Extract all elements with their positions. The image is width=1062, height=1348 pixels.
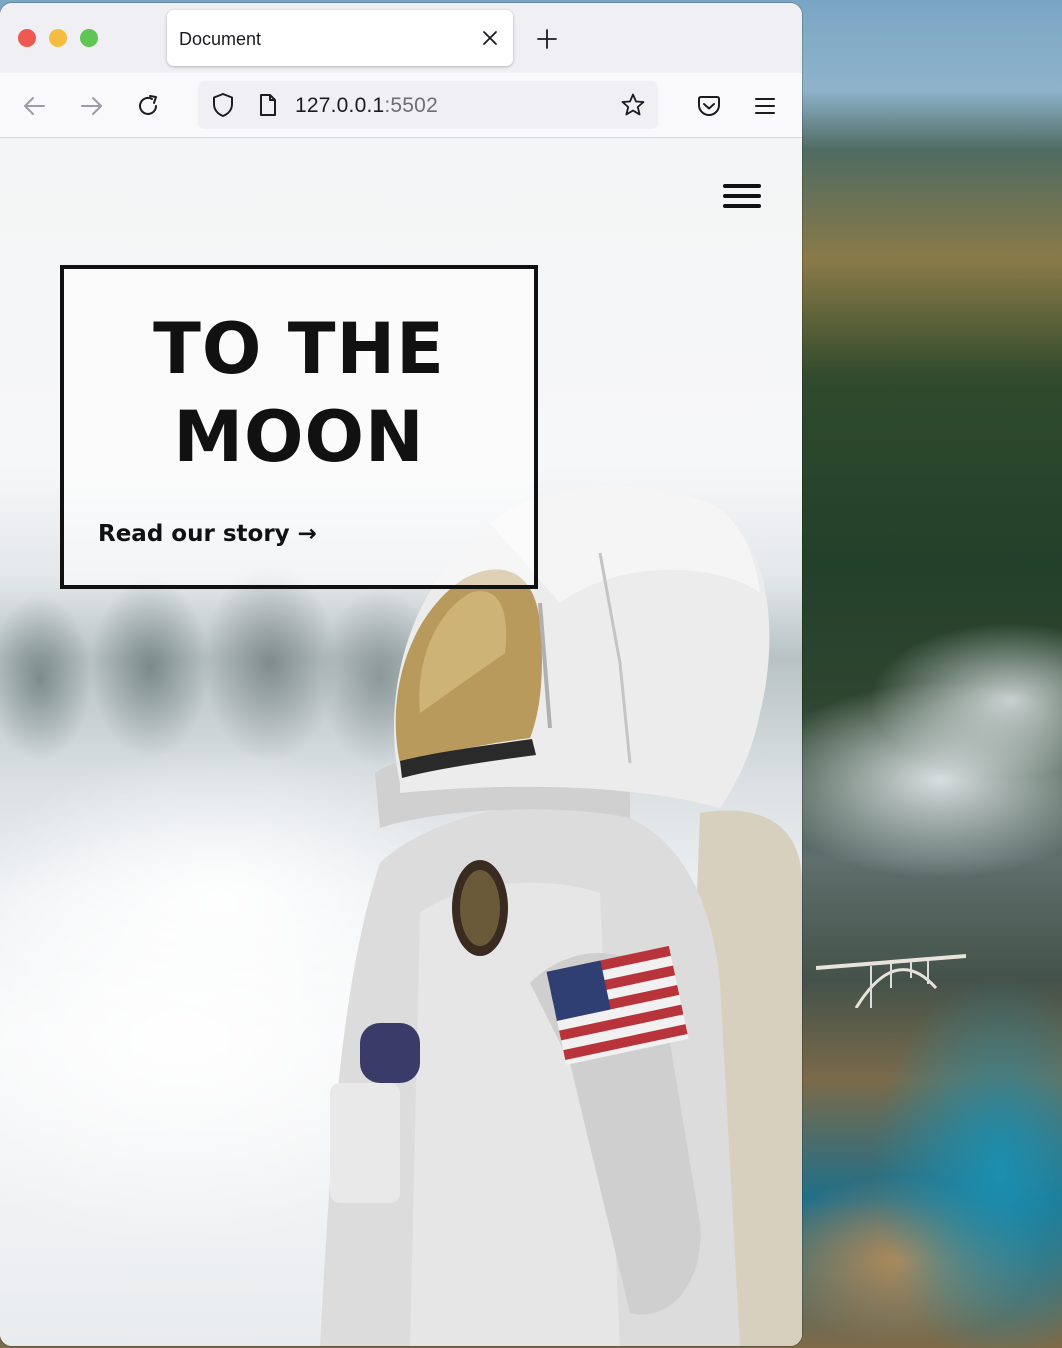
close-icon[interactable] bbox=[481, 29, 499, 47]
url-host: 127.0.0.1 bbox=[295, 94, 385, 117]
browser-window: Document 127.0.0.1:5502 TO THE MOON Read… bbox=[0, 3, 802, 1346]
url-port: :5502 bbox=[384, 94, 438, 117]
hero-title-line-2: MOON bbox=[173, 396, 425, 478]
tab-document[interactable]: Document bbox=[167, 10, 513, 66]
address-bar[interactable]: 127.0.0.1:5502 bbox=[198, 81, 658, 129]
read-our-story-link[interactable]: Read our story → bbox=[98, 521, 317, 547]
hero-box: TO THE MOON Read our story → bbox=[60, 265, 538, 589]
reload-icon[interactable] bbox=[135, 93, 161, 119]
forward-arrow-icon[interactable] bbox=[78, 93, 104, 119]
close-window-button[interactable] bbox=[18, 29, 36, 47]
right-arrow-icon: → bbox=[297, 521, 317, 547]
menu-bar-top bbox=[723, 184, 761, 188]
menu-bar-middle bbox=[723, 194, 761, 198]
hero-title: TO THE MOON bbox=[64, 305, 534, 481]
menu-bar-bottom bbox=[723, 204, 761, 208]
tab-strip: Document bbox=[0, 3, 802, 73]
hamburger-icon[interactable] bbox=[752, 93, 778, 119]
navigation-toolbar: 127.0.0.1:5502 bbox=[0, 73, 802, 138]
url-text[interactable]: 127.0.0.1:5502 bbox=[295, 94, 438, 118]
bridge-illustration bbox=[816, 954, 966, 1008]
read-our-story-label: Read our story bbox=[98, 521, 290, 547]
zoom-window-button[interactable] bbox=[80, 29, 98, 47]
web-page: TO THE MOON Read our story → bbox=[0, 138, 802, 1346]
site-menu-button[interactable] bbox=[718, 178, 766, 218]
plus-icon[interactable] bbox=[536, 28, 558, 50]
tab-title: Document bbox=[179, 29, 262, 49]
minimize-window-button[interactable] bbox=[49, 29, 67, 47]
page-icon[interactable] bbox=[255, 92, 281, 118]
astronaut-image bbox=[320, 485, 802, 1346]
star-icon[interactable] bbox=[620, 92, 646, 118]
hero-title-line-1: TO THE bbox=[153, 308, 445, 390]
back-arrow-icon[interactable] bbox=[22, 93, 48, 119]
shield-icon[interactable] bbox=[210, 92, 236, 118]
pocket-icon[interactable] bbox=[696, 93, 722, 119]
